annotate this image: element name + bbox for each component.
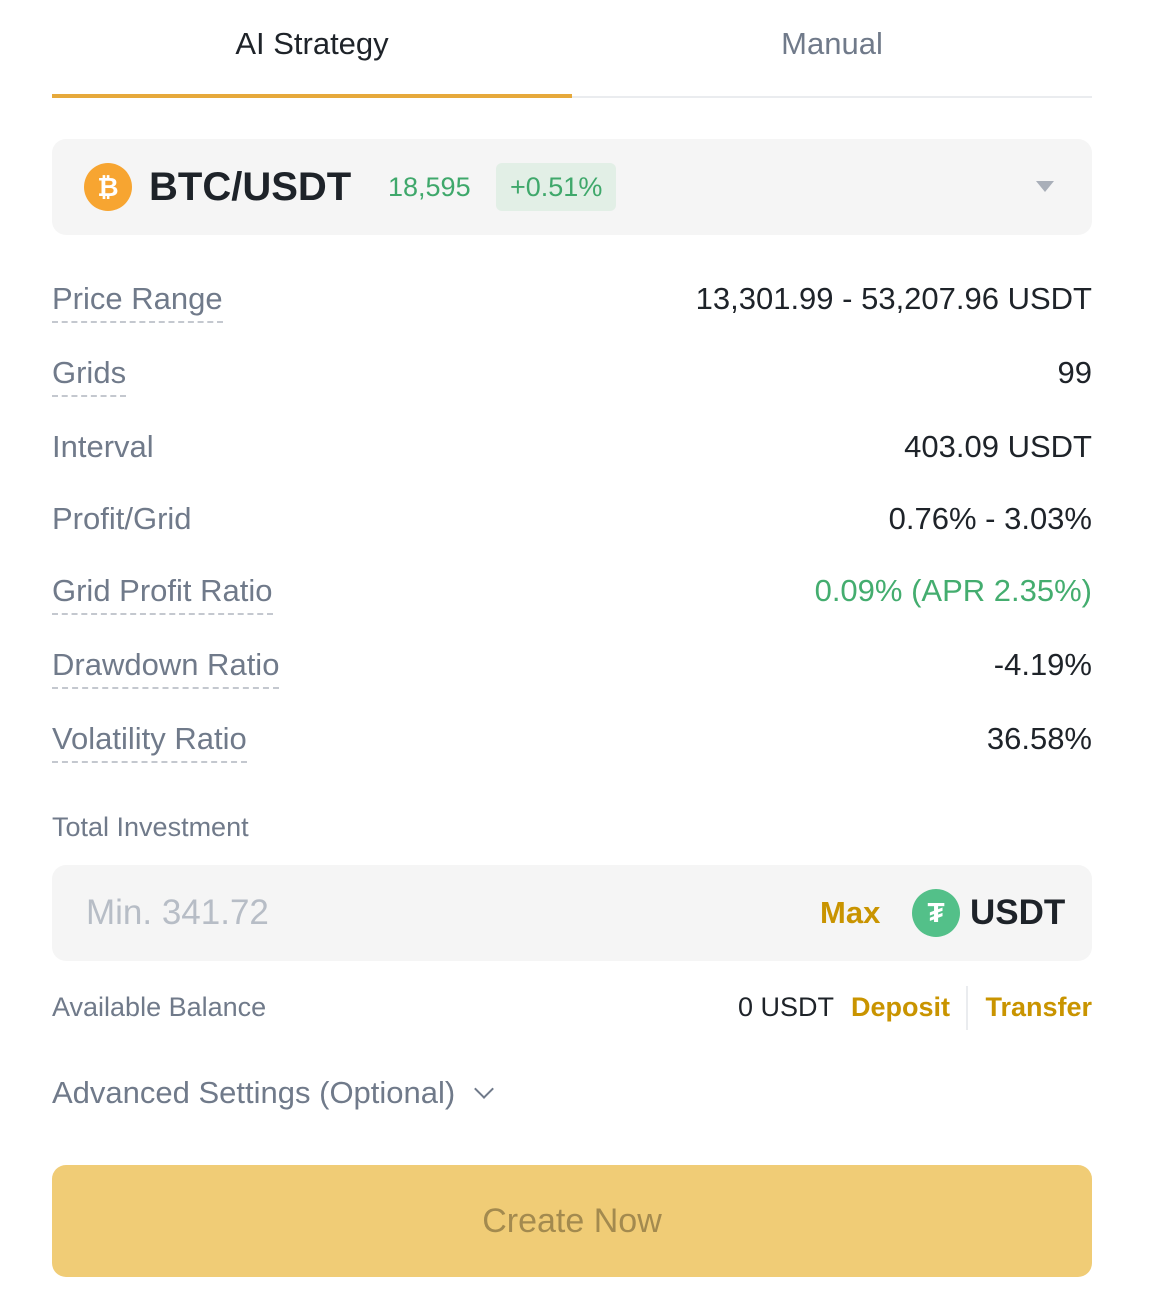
stat-value: 403.09 USDT [904,429,1092,464]
stat-value: 99 [1057,355,1092,390]
active-tab-indicator [52,94,572,98]
stat-row-price-range: Price Range 13,301.99 - 53,207.96 USDT [52,281,1092,331]
stat-label[interactable]: Volatility Ratio [52,721,247,763]
stat-value: -4.19% [993,647,1092,682]
bitcoin-icon: ₿ [84,163,132,211]
stat-label: Interval [52,429,154,464]
pair-price: 18,595 [388,171,471,202]
stat-row-grid-profit-ratio: Grid Profit Ratio 0.09% (APR 2.35%) [52,573,1092,623]
stat-row-interval: Interval 403.09 USDT [52,429,1092,479]
deposit-link[interactable]: Deposit [851,992,950,1023]
stat-label[interactable]: Grids [52,355,127,397]
max-button[interactable]: Max [820,895,880,931]
stat-value: 36.58% [986,721,1092,756]
currency-label: USDT [970,893,1066,932]
stat-value: 0.76% - 3.03% [888,501,1092,536]
pair-selector[interactable]: ₿ BTC/USDT 18,595 +0.51% [52,139,1092,235]
total-investment-label: Total Investment [52,812,249,842]
investment-input[interactable] [86,891,686,935]
chevron-down-icon [474,1079,495,1099]
investment-field: Max ₮ USDT [52,865,1092,961]
stat-label: Profit/Grid [52,501,192,536]
transfer-link[interactable]: Transfer [985,992,1092,1023]
pair-name: BTC/USDT [149,164,352,209]
stat-row-drawdown-ratio: Drawdown Ratio -4.19% [52,647,1092,697]
advanced-settings-toggle[interactable]: Advanced Settings (Optional) [52,1075,495,1111]
tether-icon: ₮ [912,889,960,937]
strategy-tabs: AI Strategy Manual [52,0,1092,98]
create-now-button[interactable]: Create Now [52,1165,1092,1277]
tab-ai-strategy[interactable]: AI Strategy [52,0,572,96]
available-balance-label: Available Balance [52,992,267,1022]
stat-row-profit-grid: Profit/Grid 0.76% - 3.03% [52,501,1092,551]
price-change-badge: +0.51% [496,163,617,211]
available-balance-value: 0 USDT [737,992,834,1022]
stat-row-volatility-ratio: Volatility Ratio 36.58% [52,721,1092,771]
stat-value: 13,301.99 - 53,207.96 USDT [695,281,1092,316]
caret-down-icon[interactable] [1036,181,1054,192]
advanced-settings-label: Advanced Settings (Optional) [52,1075,456,1110]
grid-bot-panel: AI Strategy Manual ₿ BTC/USDT 18,595 +0.… [52,0,1092,1277]
stat-label[interactable]: Price Range [52,281,223,323]
tab-manual[interactable]: Manual [572,0,1092,96]
stat-value: 0.09% (APR 2.35%) [814,573,1092,608]
stat-label[interactable]: Drawdown Ratio [52,647,280,689]
stat-label[interactable]: Grid Profit Ratio [52,573,273,615]
link-divider [966,986,968,1030]
stat-row-grids: Grids 99 [52,355,1092,405]
